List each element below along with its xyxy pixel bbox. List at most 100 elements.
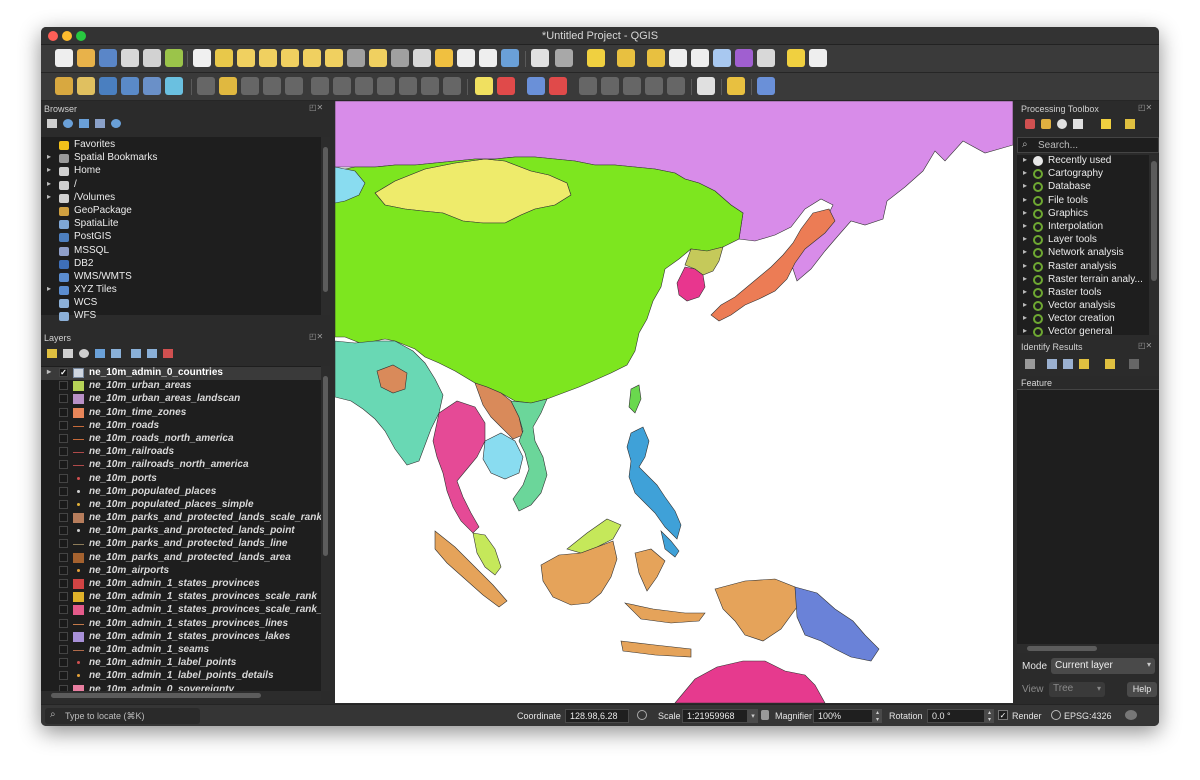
messages-icon[interactable] bbox=[1125, 710, 1137, 720]
myanmar-polygon[interactable] bbox=[335, 340, 444, 466]
layer-item[interactable]: ne_10m_populated_places bbox=[41, 486, 321, 499]
redo-icon[interactable] bbox=[443, 77, 461, 95]
layer-visibility-checkbox[interactable] bbox=[59, 499, 68, 509]
taiwan-polygon[interactable] bbox=[628, 384, 642, 414]
expand-arrow-icon[interactable]: ▸ bbox=[47, 284, 51, 293]
layout-manager-icon[interactable] bbox=[143, 49, 161, 67]
identify-expand-new-icon[interactable] bbox=[1063, 359, 1073, 369]
layers-hscrollbar[interactable] bbox=[41, 691, 321, 700]
expand-arrow-icon[interactable]: ▸ bbox=[47, 367, 51, 376]
options-icon[interactable] bbox=[1125, 119, 1135, 129]
current-edits-icon[interactable] bbox=[197, 77, 215, 95]
expand-arrow-icon[interactable]: ▸ bbox=[1023, 221, 1027, 230]
digitize-icon[interactable] bbox=[99, 77, 117, 95]
layer-item[interactable]: ne_10m_railroads bbox=[41, 446, 321, 459]
models-icon[interactable] bbox=[1025, 119, 1035, 129]
layer-item[interactable]: ne_10m_admin_1_states_provinces_lines bbox=[41, 618, 321, 631]
layer-visibility-checkbox[interactable] bbox=[59, 460, 68, 470]
processing-provider-item[interactable]: ▸ Raster terrain analy... bbox=[1017, 274, 1149, 287]
undo-icon[interactable] bbox=[421, 77, 439, 95]
add-vector-icon[interactable] bbox=[77, 77, 95, 95]
text-annotation-icon[interactable] bbox=[809, 49, 827, 67]
layer-visibility-checkbox[interactable] bbox=[59, 473, 68, 483]
results-viewer-icon[interactable] bbox=[1073, 119, 1083, 129]
processing-dock-buttons[interactable]: ◰✕ bbox=[1138, 103, 1152, 112]
processing-provider-item[interactable]: ▸ Raster analysis bbox=[1017, 261, 1149, 274]
georeference-icon[interactable] bbox=[143, 77, 161, 95]
identify-hscrollbar[interactable] bbox=[1017, 644, 1159, 653]
layer-visibility-checkbox[interactable] bbox=[59, 394, 68, 404]
layer-item[interactable]: ne_10m_urban_areas bbox=[41, 380, 321, 393]
open-project-icon[interactable] bbox=[77, 49, 95, 67]
show-bookmarks-icon[interactable] bbox=[479, 49, 497, 67]
cut-features-icon[interactable] bbox=[355, 77, 373, 95]
papua-new-guinea-polygon[interactable] bbox=[794, 586, 880, 662]
add-layer-icon[interactable] bbox=[55, 77, 73, 95]
expand-arrow-icon[interactable]: ▸ bbox=[1023, 234, 1027, 243]
bookmark-icon[interactable] bbox=[457, 49, 475, 67]
style-manager-icon[interactable] bbox=[165, 49, 183, 67]
map-canvas[interactable] bbox=[335, 101, 1013, 703]
pan-to-selection-icon[interactable] bbox=[215, 49, 233, 67]
zoom-next-icon[interactable] bbox=[391, 49, 409, 67]
expand-arrow-icon[interactable]: ▸ bbox=[1023, 195, 1027, 204]
identify-features-icon[interactable] bbox=[531, 49, 549, 67]
label-tool-icon[interactable] bbox=[475, 77, 493, 95]
map-tips-icon[interactable] bbox=[787, 49, 805, 67]
identify-dock-buttons[interactable]: ◰✕ bbox=[1138, 341, 1152, 350]
zoom-out-icon[interactable] bbox=[259, 49, 277, 67]
filter-browser-icon[interactable] bbox=[79, 119, 89, 128]
layer-item[interactable]: ne_10m_time_zones bbox=[41, 407, 321, 420]
label-properties-icon[interactable] bbox=[645, 77, 663, 95]
move-label-icon[interactable] bbox=[579, 77, 597, 95]
rotate-label-icon[interactable] bbox=[601, 77, 619, 95]
layer-item[interactable]: ne_10m_parks_and_protected_lands_line bbox=[41, 538, 321, 551]
expand-arrow-icon[interactable]: ▸ bbox=[1023, 181, 1027, 190]
layer-visibility-checkbox[interactable] bbox=[59, 579, 68, 588]
identify-copy-icon[interactable] bbox=[1129, 359, 1139, 369]
layer-visibility-checkbox[interactable] bbox=[59, 631, 68, 641]
browser-item[interactable]: MSSQL bbox=[41, 245, 321, 258]
processing-toolbox-icon[interactable] bbox=[713, 49, 731, 67]
select-by-value-icon[interactable] bbox=[617, 49, 635, 67]
processing-provider-item[interactable]: ▸ File tools bbox=[1017, 195, 1149, 208]
browser-item[interactable]: WMS/WMTS bbox=[41, 271, 321, 284]
expand-arrow-icon[interactable]: ▸ bbox=[1023, 208, 1027, 217]
layer-visibility-checkbox[interactable] bbox=[59, 433, 68, 443]
processing-search-input[interactable]: ⌕ Search... bbox=[1017, 137, 1159, 153]
delete-selected-icon[interactable] bbox=[333, 77, 351, 95]
layer-visibility-checkbox[interactable] bbox=[59, 407, 68, 417]
mode-select[interactable]: Current layer ▾ bbox=[1051, 658, 1155, 674]
layer-visibility-checkbox[interactable] bbox=[59, 552, 68, 562]
layer-item[interactable]: ne_10m_ports bbox=[41, 473, 321, 486]
layer-visibility-checkbox[interactable] bbox=[59, 420, 68, 430]
layer-item[interactable]: ne_10m_airports bbox=[41, 565, 321, 578]
processing-provider-item[interactable]: ▸ Recently used bbox=[1017, 155, 1149, 168]
remove-layer-icon[interactable] bbox=[163, 349, 173, 358]
scale-field[interactable]: 1:21959968 bbox=[682, 709, 748, 723]
scripts-icon[interactable] bbox=[1041, 119, 1051, 129]
layer-item[interactable]: ne_10m_admin_1_states_provinces bbox=[41, 578, 321, 591]
expand-arrow-icon[interactable]: ▸ bbox=[1023, 326, 1027, 335]
layers-scrollbar[interactable] bbox=[321, 366, 330, 691]
add-feature-icon[interactable] bbox=[263, 77, 281, 95]
print-layout-icon[interactable] bbox=[121, 49, 139, 67]
add-selected-layers-icon[interactable] bbox=[47, 119, 57, 128]
vertex-tool-icon[interactable] bbox=[285, 77, 303, 95]
expand-arrow-icon[interactable]: ▸ bbox=[47, 152, 51, 161]
browser-item[interactable]: WCS bbox=[41, 297, 321, 310]
cambodia-polygon[interactable] bbox=[482, 432, 524, 480]
layer-item[interactable]: ▸ ✓ ne_10m_admin_0_countries bbox=[41, 367, 321, 381]
zoom-to-selection-icon[interactable] bbox=[303, 49, 321, 67]
zoom-full-icon[interactable] bbox=[281, 49, 299, 67]
expand-arrow-icon[interactable]: ▸ bbox=[1023, 274, 1027, 283]
refresh-icon[interactable] bbox=[501, 49, 519, 67]
thailand-polygon[interactable] bbox=[432, 400, 486, 534]
zoom-last-icon[interactable] bbox=[369, 49, 387, 67]
philippines-polygon[interactable] bbox=[626, 426, 682, 558]
layer-item[interactable]: ne_10m_parks_and_protected_lands_scale_r… bbox=[41, 512, 321, 525]
show-labels-icon[interactable] bbox=[527, 77, 545, 95]
statistical-summary-icon[interactable] bbox=[735, 49, 753, 67]
layer-item[interactable]: ne_10m_populated_places_simple bbox=[41, 499, 321, 512]
layer-item[interactable]: ne_10m_railroads_north_america bbox=[41, 459, 321, 472]
